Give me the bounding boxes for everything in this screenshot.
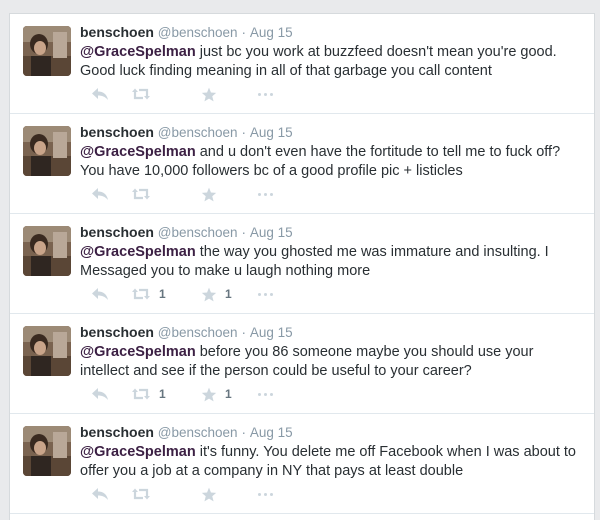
more-button[interactable]: [258, 84, 273, 104]
tweet-actions: [80, 84, 380, 104]
favorite-button[interactable]: 1: [201, 384, 232, 404]
avatar[interactable]: [23, 326, 71, 376]
avatar-image: [23, 126, 71, 176]
more-button[interactable]: [258, 284, 273, 304]
tweet[interactable]: benschoen @benschoen · Aug 15 @GraceSpel…: [10, 114, 594, 214]
retweet-count: 1: [159, 387, 166, 401]
fullname[interactable]: benschoen: [80, 24, 154, 40]
retweet-button[interactable]: [131, 184, 159, 204]
more-icon: [258, 92, 273, 96]
tweet[interactable]: benschoen @benschoen · Aug 15 @GraceSpel…: [10, 214, 594, 314]
reply-button[interactable]: [91, 484, 109, 504]
more-button[interactable]: [258, 184, 273, 204]
reply-icon: [92, 188, 108, 200]
tweet-text: @GraceSpelman and u don't even have the …: [80, 143, 584, 180]
tweet-actions: [80, 184, 380, 204]
favorite-count: 1: [225, 387, 232, 401]
time-separator: ·: [241, 125, 246, 140]
mention-link[interactable]: @GraceSpelman: [80, 344, 196, 360]
tweet-text: @GraceSpelman before you 86 someone mayb…: [80, 343, 584, 380]
retweet-icon: [132, 188, 150, 200]
username[interactable]: @benschoen: [158, 325, 238, 340]
reply-icon: [92, 488, 108, 500]
reply-button[interactable]: [91, 84, 109, 104]
favorite-button[interactable]: 1: [201, 284, 232, 304]
reply-icon: [92, 88, 108, 100]
retweet-icon: [132, 288, 150, 300]
retweet-icon: [132, 88, 150, 100]
avatar[interactable]: [23, 226, 71, 276]
time-separator: ·: [241, 25, 246, 40]
retweet-button[interactable]: 1: [131, 384, 166, 404]
retweet-button[interactable]: [131, 484, 159, 504]
tweet-actions: 1 1: [80, 284, 380, 304]
favorite-count: 1: [225, 287, 232, 301]
avatar[interactable]: [23, 26, 71, 76]
more-button[interactable]: [258, 384, 273, 404]
star-icon: [201, 487, 217, 501]
time-separator: ·: [241, 425, 246, 440]
tweet-text: @GraceSpelman the way you ghosted me was…: [80, 243, 584, 280]
retweet-icon: [132, 488, 150, 500]
mention-link[interactable]: @GraceSpelman: [80, 244, 196, 260]
avatar-image: [23, 26, 71, 76]
mention-link[interactable]: @GraceSpelman: [80, 44, 196, 60]
favorite-button[interactable]: [201, 184, 225, 204]
avatar-image: [23, 326, 71, 376]
timestamp-link[interactable]: Aug 15: [250, 225, 293, 240]
star-icon: [201, 87, 217, 101]
time-separator: ·: [241, 225, 246, 240]
timestamp-link[interactable]: Aug 15: [250, 325, 293, 340]
star-icon: [201, 387, 217, 401]
more-icon: [258, 192, 273, 196]
reply-button[interactable]: [91, 284, 109, 304]
tweet-actions: 1 1: [80, 384, 380, 404]
fullname[interactable]: benschoen: [80, 224, 154, 240]
timestamp-link[interactable]: Aug 15: [250, 125, 293, 140]
more-icon: [258, 292, 273, 296]
reply-icon: [92, 288, 108, 300]
favorite-button[interactable]: [201, 84, 225, 104]
tweet[interactable]: benschoen @benschoen · Aug 15 @GraceSpel…: [10, 314, 594, 414]
favorite-button[interactable]: [201, 484, 225, 504]
username[interactable]: @benschoen: [158, 25, 238, 40]
tweet-text: @GraceSpelman just bc you work at buzzfe…: [80, 43, 584, 80]
fullname[interactable]: benschoen: [80, 124, 154, 140]
timestamp-link[interactable]: Aug 15: [250, 25, 293, 40]
username[interactable]: @benschoen: [158, 125, 238, 140]
time-separator: ·: [241, 325, 246, 340]
avatar-image: [23, 226, 71, 276]
mention-link[interactable]: @GraceSpelman: [80, 144, 196, 160]
username[interactable]: @benschoen: [158, 425, 238, 440]
retweet-button[interactable]: 1: [131, 284, 166, 304]
tweet-text: @GraceSpelman it's funny. You delete me …: [80, 443, 584, 480]
retweet-icon: [132, 388, 150, 400]
more-icon: [258, 392, 273, 396]
retweet-button[interactable]: [131, 84, 159, 104]
tweet[interactable]: benschoen @benschoen · Aug 15 @GraceSpel…: [10, 14, 594, 114]
reply-icon: [92, 388, 108, 400]
timestamp-link[interactable]: Aug 15: [250, 425, 293, 440]
avatar-image: [23, 426, 71, 476]
retweet-count: 1: [159, 287, 166, 301]
star-icon: [201, 187, 217, 201]
mention-link[interactable]: @GraceSpelman: [80, 444, 196, 460]
fullname[interactable]: benschoen: [80, 324, 154, 340]
more-button[interactable]: [258, 484, 273, 504]
avatar[interactable]: [23, 426, 71, 476]
reply-button[interactable]: [91, 184, 109, 204]
reply-button[interactable]: [91, 384, 109, 404]
fullname[interactable]: benschoen: [80, 424, 154, 440]
tweet-actions: [80, 484, 380, 504]
username[interactable]: @benschoen: [158, 225, 238, 240]
timeline: benschoen @benschoen · Aug 15 @GraceSpel…: [9, 13, 595, 520]
tweet[interactable]: benschoen @benschoen · Aug 15 @GraceSpel…: [10, 414, 594, 514]
avatar[interactable]: [23, 126, 71, 176]
star-icon: [201, 287, 217, 301]
more-icon: [258, 492, 273, 496]
